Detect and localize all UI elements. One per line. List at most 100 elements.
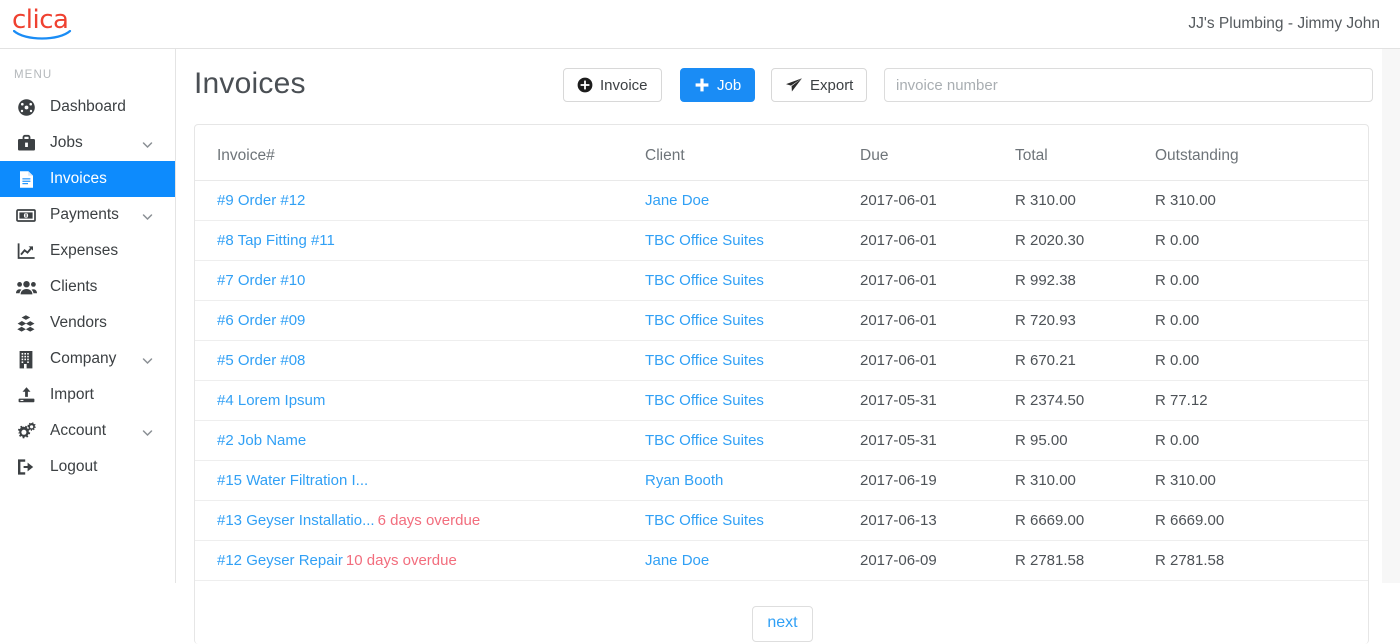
cell-outstanding: R 0.00	[1155, 220, 1368, 261]
chevron-down-icon[interactable]	[142, 354, 153, 365]
cell-invoice: #12 Geyser Repair 10 days overdue	[195, 540, 645, 581]
invoice-link[interactable]: #13 Geyser Installatio...	[217, 512, 375, 529]
sidebar-item-company[interactable]: Company	[0, 341, 175, 377]
invoice-link[interactable]: #4 Lorem Ipsum	[217, 392, 325, 409]
table-row: #7 Order #10 TBC Office Suites 2017-06-01 R…	[195, 260, 1368, 301]
client-link[interactable]: Jane Doe	[645, 552, 709, 569]
cell-due: 2017-06-01	[860, 260, 1015, 301]
sidebar-item-clients[interactable]: Clients	[0, 269, 175, 305]
search-input[interactable]	[884, 68, 1373, 102]
cell-client: TBC Office Suites	[645, 340, 860, 381]
cell-outstanding: R 310.00	[1155, 460, 1368, 501]
paper-plane-icon	[785, 77, 803, 93]
page-title: Invoices	[194, 67, 306, 100]
sidebar-item-dashboard[interactable]: Dashboard	[0, 89, 175, 125]
overdue-badge: 10 days overdue	[345, 552, 457, 569]
client-link[interactable]: TBC Office Suites	[645, 392, 764, 409]
table-body: #9 Order #12 Jane Doe 2017-06-01 R 310.00 R …	[195, 180, 1368, 581]
sidebar-item-invoices[interactable]: Invoices	[0, 161, 175, 197]
new-invoice-button[interactable]: Invoice	[563, 68, 662, 102]
chevron-down-icon[interactable]	[142, 138, 153, 149]
sidebar-item-label: Jobs	[50, 134, 83, 151]
invoice-link[interactable]: #7 Order #10	[217, 272, 305, 289]
sidebar-item-expenses[interactable]: Expenses	[0, 233, 175, 269]
column-header-due[interactable]: Due	[860, 125, 1015, 181]
client-link[interactable]: TBC Office Suites	[645, 512, 764, 529]
cell-invoice: #13 Geyser Installatio... 6 days overdue	[195, 500, 645, 541]
sidebar-item-label: Payments	[50, 206, 119, 223]
briefcase-icon	[14, 133, 38, 153]
invoice-link[interactable]: #6 Order #09	[217, 312, 305, 329]
cell-outstanding: R 6669.00	[1155, 500, 1368, 541]
gauge-icon	[14, 97, 38, 117]
cell-invoice: #2 Job Name	[195, 420, 645, 461]
logo-swoosh-icon	[13, 29, 73, 41]
cell-due: 2017-06-19	[860, 460, 1015, 501]
gears-icon	[14, 421, 38, 441]
sidebar-item-label: Account	[50, 422, 107, 439]
table-row: #2 Job Name TBC Office Suites 2017-05-31 R …	[195, 420, 1368, 461]
overdue-badge: 6 days overdue	[377, 512, 481, 529]
table-row: #9 Order #12 Jane Doe 2017-06-01 R 310.00 R …	[195, 180, 1368, 221]
client-link[interactable]: Jane Doe	[645, 192, 709, 209]
cell-client: TBC Office Suites	[645, 500, 860, 541]
sidebar-item-account[interactable]: Account	[0, 413, 175, 449]
column-header-client[interactable]: Client	[645, 125, 860, 181]
building-icon	[14, 349, 38, 369]
next-page-button[interactable]: next	[752, 606, 813, 642]
column-header-outstanding[interactable]: Outstanding	[1155, 125, 1368, 181]
cell-client: TBC Office Suites	[645, 420, 860, 461]
table-head: Invoice# Client Due Total Outstanding	[195, 125, 1368, 181]
cell-client: Jane Doe	[645, 540, 860, 581]
invoice-link[interactable]: #12 Geyser Repair	[217, 552, 343, 569]
cell-total: R 992.38	[1015, 260, 1155, 301]
invoice-link[interactable]: #9 Order #12	[217, 192, 305, 209]
table-row: #15 Water Filtration I... Ryan Booth 2017-…	[195, 460, 1368, 501]
account-company-user[interactable]: JJ's Plumbing - Jimmy John	[1188, 15, 1380, 33]
table-row: #4 Lorem Ipsum TBC Office Suites 2017-05-3…	[195, 380, 1368, 421]
new-invoice-label: Invoice	[600, 76, 648, 94]
people-icon	[14, 277, 38, 297]
cell-outstanding: R 0.00	[1155, 300, 1368, 341]
client-link[interactable]: TBC Office Suites	[645, 312, 764, 329]
client-link[interactable]: TBC Office Suites	[645, 272, 764, 289]
cell-due: 2017-05-31	[860, 420, 1015, 461]
invoice-link[interactable]: #2 Job Name	[217, 432, 306, 449]
invoice-link[interactable]: #5 Order #08	[217, 352, 305, 369]
chevron-down-icon[interactable]	[142, 426, 153, 437]
client-link[interactable]: TBC Office Suites	[645, 232, 764, 249]
export-button[interactable]: Export	[771, 68, 868, 102]
new-job-button[interactable]: Job	[680, 68, 756, 102]
sidebar-item-jobs[interactable]: Jobs	[0, 125, 175, 161]
cell-total: R 2020.30	[1015, 220, 1155, 261]
client-link[interactable]: Ryan Booth	[645, 472, 723, 489]
invoices-table: Invoice# Client Due Total Outstanding #9…	[195, 125, 1368, 581]
cell-invoice: #8 Tap Fitting #11	[195, 220, 645, 261]
sidebar-item-import[interactable]: Import	[0, 377, 175, 413]
cell-due: 2017-06-09	[860, 540, 1015, 581]
boxes-icon	[14, 313, 38, 333]
sidebar-item-vendors[interactable]: Vendors	[0, 305, 175, 341]
cell-invoice: #4 Lorem Ipsum	[195, 380, 645, 421]
sidebar-item-payments[interactable]: Payments	[0, 197, 175, 233]
client-link[interactable]: TBC Office Suites	[645, 432, 764, 449]
column-header-total[interactable]: Total	[1015, 125, 1155, 181]
cell-due: 2017-06-13	[860, 500, 1015, 541]
invoice-link[interactable]: #8 Tap Fitting #11	[217, 232, 335, 249]
table-row: #5 Order #08 TBC Office Suites 2017-06-01 R…	[195, 340, 1368, 381]
invoice-link[interactable]: #15 Water Filtration I...	[217, 472, 368, 489]
chart-icon	[14, 241, 38, 261]
column-header-invoice[interactable]: Invoice#	[195, 125, 645, 181]
brand-logo[interactable]: clica	[0, 0, 176, 49]
plus-icon	[694, 77, 710, 93]
sidebar-item-logout[interactable]: Logout	[0, 449, 175, 485]
cell-total: R 2374.50	[1015, 380, 1155, 421]
sidebar-item-label: Dashboard	[50, 98, 126, 115]
invoices-card: Invoice# Client Due Total Outstanding #9…	[194, 124, 1369, 644]
cell-outstanding: R 0.00	[1155, 420, 1368, 461]
client-link[interactable]: TBC Office Suites	[645, 352, 764, 369]
cell-invoice: #7 Order #10	[195, 260, 645, 301]
cell-client: Jane Doe	[645, 180, 860, 221]
cell-invoice: #15 Water Filtration I...	[195, 460, 645, 501]
chevron-down-icon[interactable]	[142, 210, 153, 221]
